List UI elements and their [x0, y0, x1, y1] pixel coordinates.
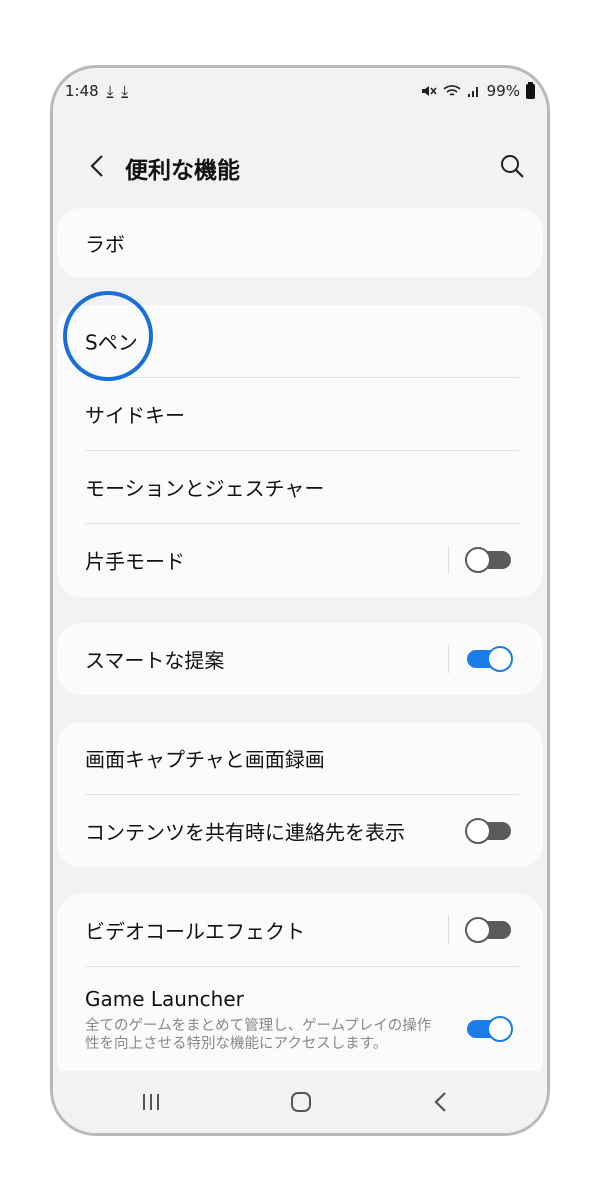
video-call-effects-label: ビデオコールエフェクト	[85, 919, 305, 944]
battery-icon	[526, 81, 535, 99]
status-bar: 1:48 ⤓ ⤓ 99%	[65, 76, 535, 106]
download-icon: ⤓	[106, 82, 114, 100]
toggle-knob	[487, 1016, 513, 1042]
vertical-separator	[448, 546, 449, 574]
smart-suggestions-card: スマートな提案	[57, 623, 543, 695]
show-contacts-label: コンテンツを共有時に連絡先を表示	[85, 820, 405, 845]
status-time: 1:48	[65, 82, 99, 100]
back-icon[interactable]	[421, 1085, 461, 1119]
download-icon: ⤓	[121, 82, 128, 100]
phone-frame: 1:48 ⤓ ⤓ 99% 便利な機能 ラボ Sペン サイドキー モーションとジェ…	[50, 65, 550, 1136]
page-title: 便利な機能	[125, 158, 240, 184]
game-launcher-description: 全てのゲームをまとめて管理し、ゲームプレイの操作性を向上させる特別な機能にアクセ…	[85, 1018, 432, 1052]
back-chevron-icon[interactable]	[83, 151, 113, 181]
labs-card: ラボ	[57, 208, 543, 278]
recents-icon[interactable]	[131, 1085, 171, 1119]
smart-suggestions-toggle[interactable]	[465, 646, 513, 672]
one-handed-row[interactable]: 片手モード	[57, 524, 543, 596]
advanced-card: ビデオコールエフェクト Game Launcher 全てのゲームをまとめて管理し…	[57, 894, 543, 1084]
motions-gestures-label: モーションとジェスチャー	[85, 476, 325, 501]
toggle-knob	[465, 917, 491, 943]
show-contacts-row[interactable]: コンテンツを共有時に連絡先を表示	[57, 795, 543, 867]
search-icon[interactable]	[499, 153, 525, 179]
battery-text: 99%	[486, 82, 520, 100]
home-icon[interactable]	[281, 1085, 321, 1119]
game-launcher-label: Game Launcher	[85, 987, 244, 1011]
highlight-circle	[63, 291, 153, 381]
side-key-row[interactable]: サイドキー	[57, 378, 543, 450]
labs-label: ラボ	[85, 232, 125, 257]
toggle-knob	[465, 547, 491, 573]
wifi-icon	[443, 85, 461, 96]
capture-card: 画面キャプチャと画面録画 コンテンツを共有時に連絡先を表示	[57, 722, 543, 867]
motions-gestures-row[interactable]: モーションとジェスチャー	[57, 451, 543, 523]
game-launcher-toggle[interactable]	[465, 1016, 513, 1042]
app-header: 便利な機能	[53, 143, 547, 193]
vertical-separator	[448, 645, 449, 673]
smart-suggestions-label: スマートな提案	[85, 648, 225, 673]
mute-icon	[421, 86, 437, 96]
video-call-effects-toggle[interactable]	[465, 917, 513, 943]
signal-icon	[467, 87, 478, 97]
navigation-bar	[53, 1071, 547, 1133]
toggle-knob	[465, 818, 491, 844]
toggle-knob	[487, 646, 513, 672]
labs-row[interactable]: ラボ	[57, 208, 543, 278]
smart-suggestions-row[interactable]: スマートな提案	[57, 623, 543, 695]
show-contacts-toggle[interactable]	[465, 818, 513, 844]
vertical-separator	[448, 916, 449, 944]
one-handed-label: 片手モード	[85, 549, 185, 574]
screenshots-row[interactable]: 画面キャプチャと画面録画	[57, 722, 543, 794]
game-launcher-row[interactable]: Game Launcher 全てのゲームをまとめて管理し、ゲームプレイの操作性を…	[57, 967, 543, 1084]
side-key-label: サイドキー	[85, 403, 185, 428]
screenshots-label: 画面キャプチャと画面録画	[85, 747, 325, 772]
one-handed-toggle[interactable]	[465, 547, 513, 573]
video-call-effects-row[interactable]: ビデオコールエフェクト	[57, 894, 543, 966]
